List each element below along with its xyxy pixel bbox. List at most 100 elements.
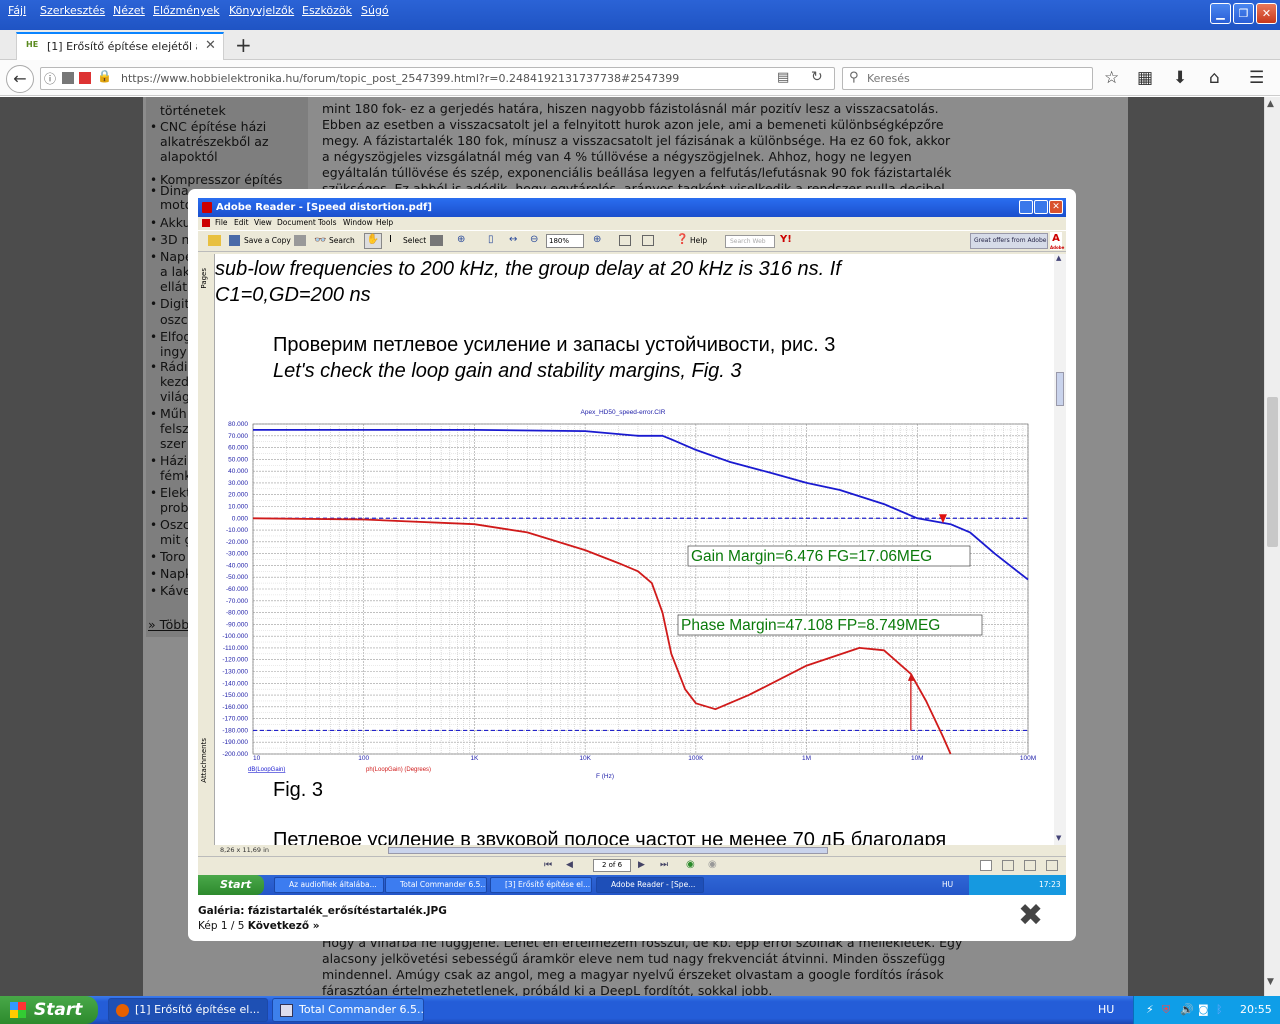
reader-menu-window[interactable]: Window: [343, 218, 373, 227]
inner-task-reader[interactable]: Adobe Reader - [Spe...: [596, 877, 704, 893]
pdf-scroll-down-icon[interactable]: ▼: [1056, 834, 1061, 842]
browser-tab[interactable]: HE [1] Erősítő építése elejétől a ... ✕: [16, 32, 224, 60]
menu-help[interactable]: Súgó: [361, 4, 389, 17]
inner-start-button[interactable]: Start: [198, 875, 264, 895]
single-page-icon[interactable]: [980, 860, 992, 871]
tab-close-icon[interactable]: ✕: [205, 38, 216, 53]
page-number-input[interactable]: 2 of 6: [593, 859, 631, 872]
select-cursor-icon[interactable]: I: [389, 234, 392, 245]
yahoo-icon[interactable]: Y!: [780, 234, 792, 245]
help-icon[interactable]: ❓: [676, 234, 688, 245]
print-icon[interactable]: [294, 235, 306, 246]
tray-volume-icon[interactable]: 🔊: [1180, 1003, 1194, 1016]
pdf-hscroll-thumb[interactable]: [388, 847, 828, 854]
maximize-button[interactable]: ❐: [1233, 3, 1254, 24]
menu-view[interactable]: Nézet: [113, 4, 145, 17]
reader-menu-edit[interactable]: Edit: [234, 218, 249, 227]
permissions-icon[interactable]: [62, 72, 74, 84]
tracking-icon[interactable]: [79, 72, 91, 84]
reader-menu-file[interactable]: File: [215, 218, 228, 227]
tray-shield-icon[interactable]: ⛨: [1162, 1003, 1170, 1017]
page-layout-icon[interactable]: [642, 235, 654, 246]
pdf-vertical-scrollbar[interactable]: ▲ ▼: [1054, 254, 1066, 845]
url-bar[interactable]: ⓘ 🔒 https://www.hobbielektronika.hu/foru…: [40, 67, 835, 90]
search-binoculars-icon[interactable]: 👓: [314, 235, 326, 246]
hand-tool-icon[interactable]: ✋: [364, 233, 382, 249]
adobe-offers-button[interactable]: Great offers from Adobe: [970, 233, 1048, 249]
taskbar-totalcmd-label: Total Commander 6.5...: [299, 1003, 424, 1016]
inner-task-erosito[interactable]: [3] Erősítő építése el...: [490, 877, 592, 893]
pdf-horizontal-scrollbar[interactable]: 8,26 x 11,69 in: [198, 845, 1066, 856]
continuous-facing-icon[interactable]: [1046, 860, 1058, 871]
go-back-icon[interactable]: ◉: [686, 859, 695, 870]
zoom-in-icon[interactable]: ⊕: [457, 234, 465, 245]
info-icon[interactable]: ⓘ: [44, 70, 56, 87]
pdf-scroll-up-icon[interactable]: ▲: [1056, 254, 1061, 262]
continuous-icon[interactable]: [1002, 860, 1014, 871]
bookmark-star-icon[interactable]: ☆: [1104, 68, 1119, 88]
taskbar-item-totalcmd[interactable]: Total Commander 6.5...: [272, 998, 424, 1022]
open-icon[interactable]: [208, 235, 221, 246]
library-icon[interactable]: ▦: [1137, 68, 1153, 88]
tray-network-icon[interactable]: ⚡: [1146, 1003, 1154, 1016]
download-icon[interactable]: ⬇: [1173, 68, 1187, 88]
save-icon[interactable]: [229, 235, 240, 246]
menu-tools[interactable]: Eszközök: [302, 4, 352, 17]
page-scrollbar[interactable]: ▲ ▼: [1264, 97, 1280, 996]
tray-monitor-icon[interactable]: ◙: [1198, 1003, 1209, 1016]
reader-menu-view[interactable]: View: [254, 218, 272, 227]
language-indicator[interactable]: HU: [1098, 1003, 1114, 1016]
back-button[interactable]: ←: [6, 65, 34, 93]
facing-icon[interactable]: [1024, 860, 1036, 871]
reader-menu-tools[interactable]: Tools: [318, 218, 336, 227]
tray-bluetooth-icon[interactable]: ᛒ: [1216, 1003, 1223, 1016]
reader-search-button[interactable]: Search: [329, 236, 355, 245]
reader-menu-document[interactable]: Document: [277, 218, 316, 227]
first-page-icon[interactable]: ⏮: [544, 860, 552, 870]
save-copy-button[interactable]: Save a Copy: [244, 236, 291, 245]
new-tab-icon[interactable]: +: [235, 33, 252, 57]
menu-file[interactable]: Fájl: [8, 4, 26, 17]
snapshot-icon[interactable]: [430, 235, 443, 246]
gallery-close-icon[interactable]: ✖: [1018, 900, 1043, 932]
reader-menu-help[interactable]: Help: [376, 218, 393, 227]
zoom-out-icon[interactable]: ⊖: [530, 234, 538, 245]
last-page-icon[interactable]: ⏭: [660, 860, 668, 870]
zoom-level-input[interactable]: 180%: [546, 234, 584, 248]
select-tool-button[interactable]: Select: [403, 236, 426, 245]
hamburger-menu-icon[interactable]: ☰: [1249, 68, 1264, 88]
help-button[interactable]: Help: [690, 236, 707, 245]
reader-maximize-button[interactable]: [1034, 200, 1048, 214]
pdf-scroll-thumb[interactable]: [1056, 372, 1064, 406]
reader-close-button[interactable]: ✕: [1049, 200, 1063, 214]
minimize-button[interactable]: ▁: [1210, 3, 1231, 24]
go-forward-icon[interactable]: ◉: [708, 859, 717, 870]
scroll-up-icon[interactable]: ▲: [1267, 99, 1274, 109]
close-button[interactable]: ✕: [1256, 3, 1277, 24]
fit-page-icon[interactable]: ▯: [488, 234, 494, 245]
taskbar-item-firefox[interactable]: [1] Erősítő építése el...: [108, 998, 268, 1022]
search-input[interactable]: ⚲ Keresés: [842, 67, 1093, 90]
rotate-icon[interactable]: [619, 235, 631, 246]
inner-task-audiofil[interactable]: Az audiofilek általába...: [274, 877, 384, 893]
reader-view-icon[interactable]: ▤: [777, 70, 789, 85]
reload-icon[interactable]: ↻: [811, 69, 823, 85]
fit-width-icon[interactable]: ↔: [509, 234, 517, 245]
home-icon[interactable]: ⌂: [1209, 68, 1220, 88]
next-page-icon[interactable]: ▶: [638, 860, 645, 870]
scroll-thumb[interactable]: [1267, 397, 1278, 547]
gallery-next-link[interactable]: Következő »: [248, 920, 320, 932]
prev-page-icon[interactable]: ◀: [566, 860, 573, 870]
search-web-input[interactable]: Search Web: [725, 235, 775, 248]
y-tick-label: -150.000: [222, 692, 248, 699]
start-button[interactable]: Start: [0, 996, 98, 1024]
zoom-plus-icon[interactable]: ⊕: [593, 234, 601, 245]
scroll-down-icon[interactable]: ▼: [1267, 977, 1274, 987]
reader-minimize-button[interactable]: [1019, 200, 1033, 214]
pages-tab[interactable]: Pages: [200, 268, 208, 289]
menu-bookmarks[interactable]: Könyvjelzők: [229, 4, 294, 17]
menu-edit[interactable]: Szerkesztés: [40, 4, 105, 17]
inner-task-totalcmd[interactable]: Total Commander 6.5...: [385, 877, 487, 893]
menu-history[interactable]: Előzmények: [153, 4, 220, 17]
attachments-tab[interactable]: Attachments: [200, 738, 208, 783]
